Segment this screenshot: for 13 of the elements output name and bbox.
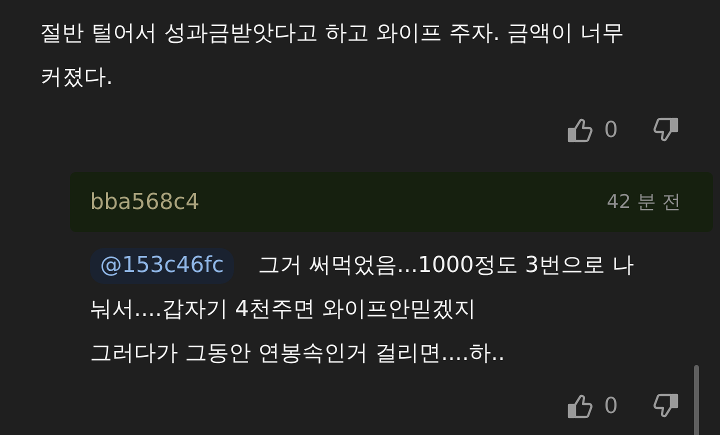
like-count: 0 (604, 118, 618, 142)
thumbs-down-icon[interactable] (652, 116, 680, 144)
reply-text: 눠서....갑자기 4천주면 와이프안믿겠지 그러다가 그동안 연봉속인거 걸리면....하.. (90, 296, 506, 368)
comment-text: 절반 털어서 성과금받앗다고 하고 와이프 주자. 금액이 너무 커졌다. (40, 20, 625, 92)
mention-tag[interactable]: @153c46fc (90, 248, 234, 284)
reply-text-line: 그거 써먹었음...1000정도 3번으로 나 (258, 253, 634, 278)
scrollbar[interactable] (694, 365, 699, 435)
like-count: 0 (604, 394, 618, 418)
thumbs-down-icon[interactable] (652, 392, 680, 420)
author-name[interactable]: bba568c4 (90, 190, 200, 214)
timestamp: 42 분 전 (606, 190, 681, 215)
thumbs-up-icon[interactable] (566, 116, 594, 144)
thumbs-up-icon[interactable] (566, 392, 594, 420)
